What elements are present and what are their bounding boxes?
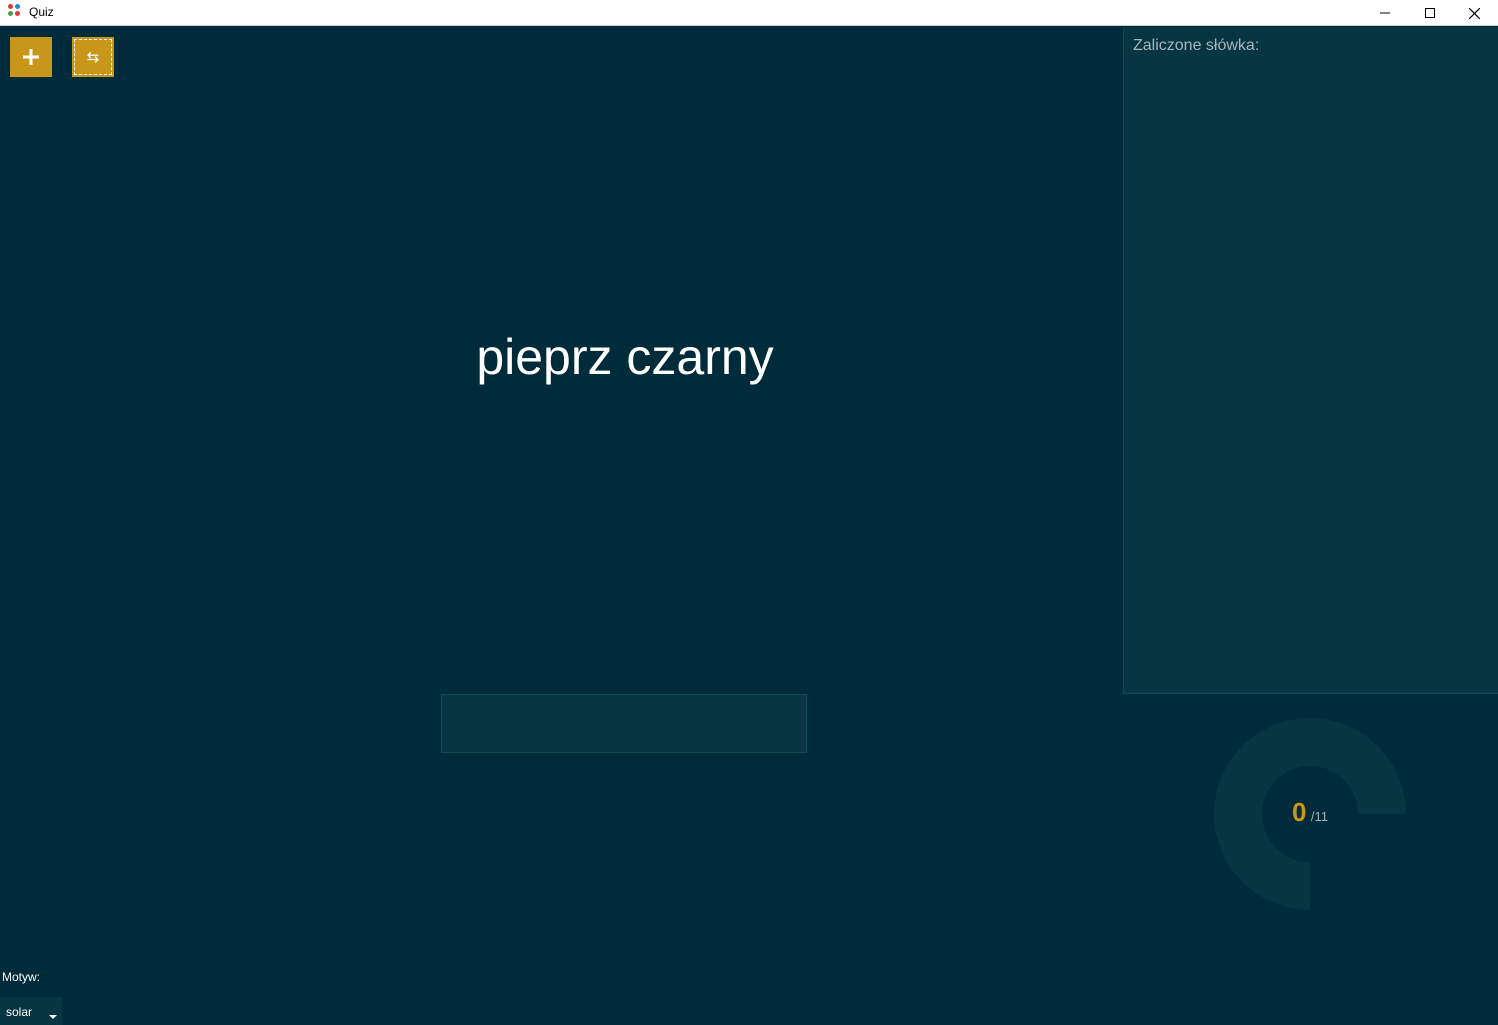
maximize-button[interactable]	[1407, 0, 1452, 26]
prompt-word: pieprz czarny	[476, 329, 774, 385]
passed-words-panel[interactable]: Zaliczone słówka:	[1123, 27, 1498, 694]
passed-words-title: Zaliczone słówka:	[1133, 37, 1260, 54]
minimize-button[interactable]	[1362, 0, 1407, 26]
window-title: Quiz	[29, 5, 54, 19]
swap-direction-button[interactable]: ⇆	[72, 37, 114, 77]
minimize-icon	[1379, 12, 1390, 14]
app-dots-icon	[8, 4, 22, 18]
plus-icon	[23, 49, 39, 65]
chevron-down-icon	[49, 1015, 57, 1019]
progress-readout: 0 /11	[1212, 797, 1408, 828]
theme-label: Motyw:	[2, 970, 41, 984]
close-button[interactable]	[1452, 0, 1497, 26]
add-word-button[interactable]	[10, 37, 52, 77]
maximize-icon	[1424, 8, 1435, 18]
progress-count: 0	[1291, 797, 1307, 827]
progress-total: /11	[1310, 809, 1329, 824]
theme-select[interactable]: solar	[0, 997, 62, 1025]
close-icon	[1469, 7, 1480, 19]
title-bar: Quiz	[0, 0, 1498, 26]
theme-selected-value: solar	[6, 1005, 33, 1019]
answer-input[interactable]	[441, 694, 807, 753]
swap-arrows-icon: ⇆	[86, 48, 100, 66]
